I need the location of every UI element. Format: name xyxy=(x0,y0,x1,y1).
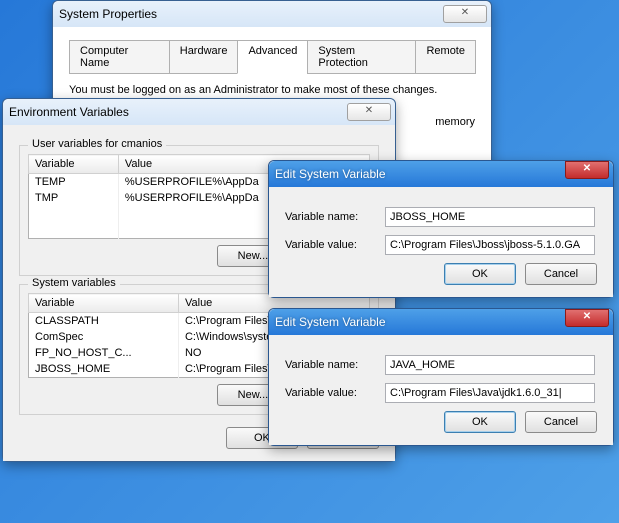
system-variables-label: System variables xyxy=(28,277,120,289)
variable-value-label: Variable value: xyxy=(285,239,385,251)
variable-value-field[interactable] xyxy=(385,383,595,403)
system-properties-titlebar[interactable]: System Properties ✕ xyxy=(53,1,491,27)
tab-advanced[interactable]: Advanced xyxy=(237,40,308,74)
variable-name-label: Variable name: xyxy=(285,211,385,223)
variable-name-label: Variable name: xyxy=(285,359,385,371)
system-properties-title: System Properties xyxy=(59,7,485,21)
close-icon[interactable]: ✕ xyxy=(347,103,391,121)
user-variables-label: User variables for cmanios xyxy=(28,138,166,150)
ok-button[interactable]: OK xyxy=(444,263,516,285)
cancel-button[interactable]: Cancel xyxy=(525,411,597,433)
col-variable[interactable]: Variable xyxy=(29,155,119,174)
edit-variable-dialog-2: Edit System Variable ✕ Variable name: Va… xyxy=(268,308,614,446)
col-variable[interactable]: Variable xyxy=(29,294,179,313)
variable-value-field[interactable] xyxy=(385,235,595,255)
edit2-titlebar[interactable]: Edit System Variable ✕ xyxy=(269,309,613,335)
ok-button[interactable]: OK xyxy=(444,411,516,433)
variable-name-field[interactable] xyxy=(385,355,595,375)
variable-name-field[interactable] xyxy=(385,207,595,227)
edit1-body: Variable name: Variable value: OK Cancel xyxy=(269,187,613,297)
env-title: Environment Variables xyxy=(9,105,389,119)
memory-text: memory xyxy=(435,116,475,128)
edit1-titlebar[interactable]: Edit System Variable ✕ xyxy=(269,161,613,187)
close-icon[interactable]: ✕ xyxy=(565,309,609,327)
tab-computer-name[interactable]: Computer Name xyxy=(69,40,170,74)
variable-value-label: Variable value: xyxy=(285,387,385,399)
admin-note: You must be logged on as an Administrato… xyxy=(69,84,475,96)
edit-variable-dialog-1: Edit System Variable ✕ Variable name: Va… xyxy=(268,160,614,298)
system-properties-tabs: Computer Name Hardware Advanced System P… xyxy=(69,39,475,74)
tab-system-protection[interactable]: System Protection xyxy=(307,40,416,74)
close-icon[interactable]: ✕ xyxy=(443,5,487,23)
cancel-button[interactable]: Cancel xyxy=(525,263,597,285)
edit2-title: Edit System Variable xyxy=(275,315,607,329)
edit1-title: Edit System Variable xyxy=(275,167,607,181)
tab-hardware[interactable]: Hardware xyxy=(169,40,239,74)
edit2-body: Variable name: Variable value: OK Cancel xyxy=(269,335,613,445)
env-titlebar[interactable]: Environment Variables ✕ xyxy=(3,99,395,125)
close-icon[interactable]: ✕ xyxy=(565,161,609,179)
tab-remote[interactable]: Remote xyxy=(415,40,476,74)
